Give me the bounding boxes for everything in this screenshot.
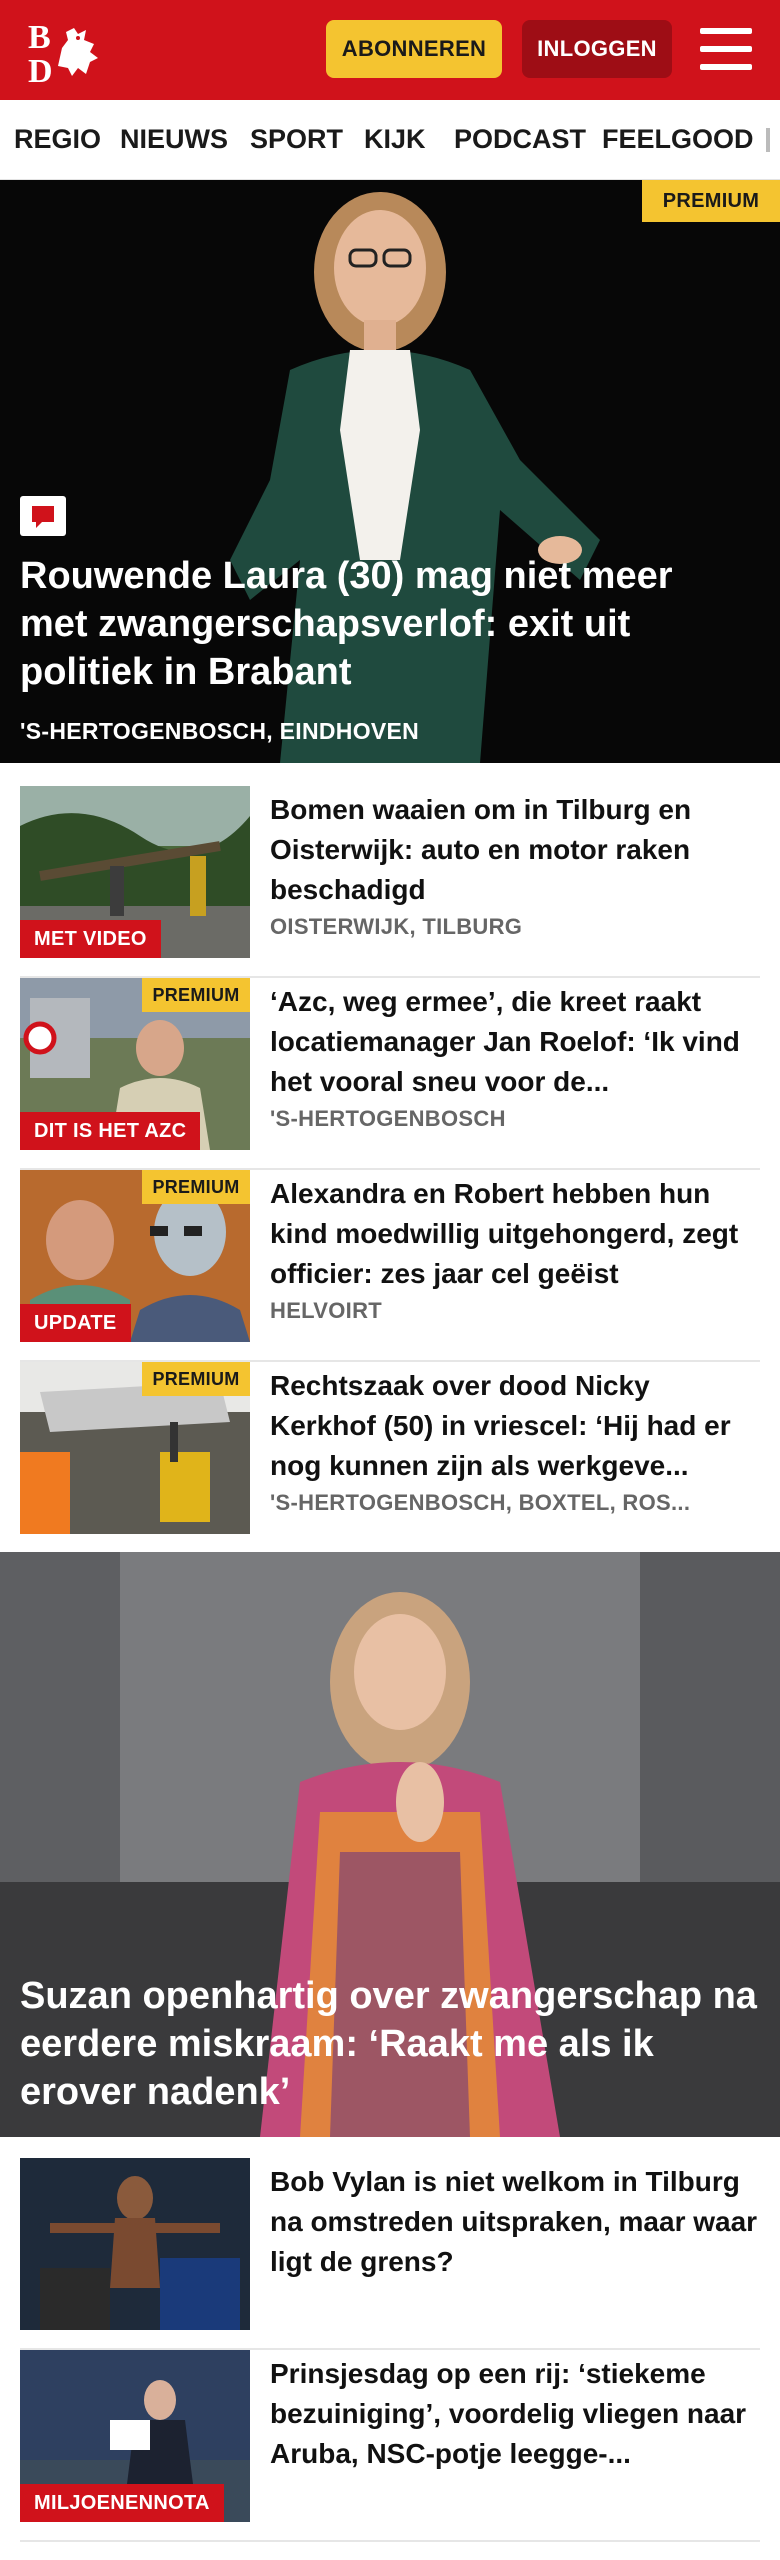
premium-badge: PREMIUM <box>142 1170 250 1204</box>
article-item[interactable]: Bob Vylan is niet welkom in Tilburg na o… <box>20 2158 760 2350</box>
article-label: MET VIDEO <box>20 920 161 958</box>
premium-badge: PREMIUM <box>142 978 250 1012</box>
login-button[interactable]: INLOGGEN <box>522 20 672 78</box>
article-item[interactable]: MET VIDEO Bomen waaien om in Tilburg en … <box>20 786 760 978</box>
article-title[interactable]: Bob Vylan is niet welkom in Tilburg na o… <box>270 2162 760 2282</box>
article-title[interactable]: ‘Azc, weg ermee’, die kreet raakt locati… <box>270 982 760 1102</box>
featured-headline[interactable]: Suzan openhartig over zwangerschap na ee… <box>20 1972 760 2116</box>
nav-item-feelgood[interactable]: FEELGOOD <box>602 124 754 155</box>
article-location: OISTERWIJK, TILBURG <box>270 914 523 939</box>
article-label: DIT IS HET AZC <box>20 1112 201 1150</box>
svg-text:D: D <box>28 53 53 84</box>
article-label: UPDATE <box>20 1304 131 1342</box>
article-title[interactable]: Alexandra en Robert hebben hun kind moed… <box>270 1174 760 1294</box>
article-item[interactable]: PREMIUM Rechtszaak over dood Nicky Kerkh… <box>20 1362 760 1554</box>
article-title[interactable]: Prinsjesdag op een rij: ‘stiekeme bezuin… <box>270 2354 760 2474</box>
nav-item-regio[interactable]: REGIO <box>14 124 101 155</box>
featured-article[interactable]: Suzan openhartig over zwangerschap na ee… <box>0 1552 780 2137</box>
premium-badge: PREMIUM <box>142 1362 250 1396</box>
comment-icon <box>20 496 66 536</box>
top-bar: B D ABONNEREN INLOGGEN <box>0 0 780 100</box>
article-title[interactable]: Bomen waaien om in Tilburg en Oisterwijk… <box>270 790 760 910</box>
article-location: HELVOIRT <box>270 1298 382 1323</box>
nav-item-podcast[interactable]: PODCAST <box>454 124 586 155</box>
section-nav: REGIO NIEUWS SPORT KIJK PODCAST FEELGOOD <box>0 100 780 180</box>
premium-badge: PREMIUM <box>642 180 780 222</box>
article-label: MILJOENENNOTA <box>20 2484 224 2522</box>
article-location: 'S-HERTOGENBOSCH, BOXTEL, ROS... <box>270 1490 691 1515</box>
article-location: 'S-HERTOGENBOSCH <box>270 1106 506 1131</box>
nav-item-nieuws[interactable]: NIEUWS <box>120 124 228 155</box>
subscribe-button[interactable]: ABONNEREN <box>326 20 502 78</box>
hero-article[interactable]: PREMIUM Rouwende Laura (30) mag niet mee… <box>0 180 780 763</box>
article-thumbnail: MILJOENENNOTA <box>20 2350 250 2522</box>
article-item[interactable]: PREMIUM UPDATE Alexandra en Robert hebbe… <box>20 1170 760 1362</box>
menu-icon[interactable] <box>700 28 752 72</box>
article-thumbnail: MET VIDEO <box>20 786 250 958</box>
article-thumbnail: PREMIUM UPDATE <box>20 1170 250 1342</box>
nav-item-kijk[interactable]: KIJK <box>364 124 426 155</box>
article-thumbnail: PREMIUM DIT IS HET AZC <box>20 978 250 1150</box>
article-item[interactable]: PREMIUM DIT IS HET AZC ‘Azc, weg ermee’,… <box>20 978 760 1170</box>
nav-overflow-indicator <box>766 128 770 152</box>
hero-location: 'S-HERTOGENBOSCH, EINDHOVEN <box>20 718 420 744</box>
hero-headline[interactable]: Rouwende Laura (30) mag niet meer met zw… <box>20 552 740 696</box>
svg-text:B: B <box>28 19 51 56</box>
article-title[interactable]: Rechtszaak over dood Nicky Kerkhof (50) … <box>270 1366 760 1486</box>
article-item[interactable]: MILJOENENNOTA Prinsjesdag op een rij: ‘s… <box>20 2350 760 2542</box>
nav-item-sport[interactable]: SPORT <box>250 124 343 155</box>
bd-logo[interactable]: B D <box>28 18 116 90</box>
article-thumbnail: PREMIUM <box>20 1362 250 1534</box>
article-thumbnail <box>20 2158 250 2330</box>
